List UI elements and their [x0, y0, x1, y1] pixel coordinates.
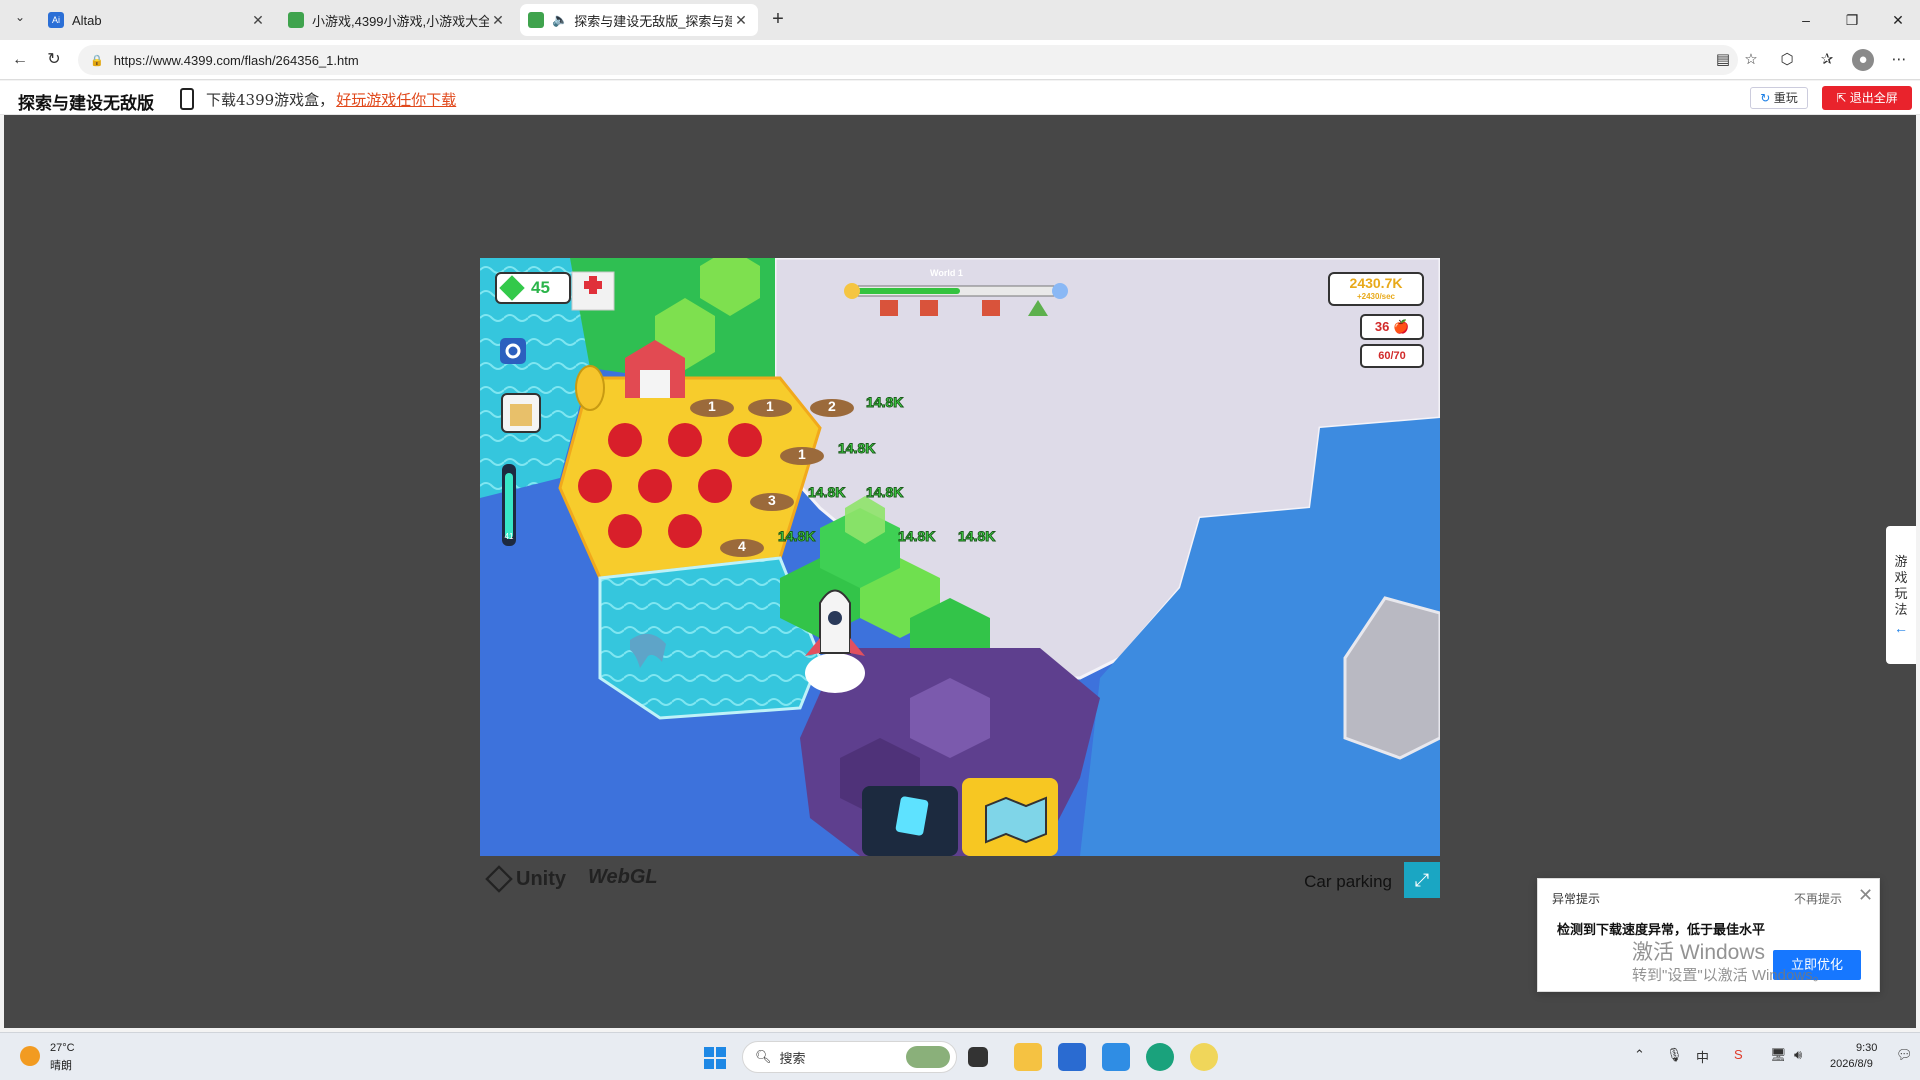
- site-header: 探索与建设无敌版 下载4399游戏盒， 好玩游戏任你下载 ↻ 重玩 ⇱ 退出全屏: [0, 81, 1920, 115]
- activation-watermark-hint: 转到"设置"以激活 Windows。: [1632, 967, 1828, 984]
- weather-sun-icon[interactable]: [20, 1046, 40, 1066]
- close-window-button[interactable]: ✕: [1878, 8, 1918, 32]
- search-icon: 🔍︎: [755, 1049, 772, 1064]
- refresh-icon: ↻: [1760, 91, 1771, 105]
- address-bar-row: ← ↻ 🔒 https://www.4399.com/flash/264356_…: [0, 40, 1920, 80]
- reader-mode-icon[interactable]: ▤: [1712, 49, 1734, 71]
- plot-counter: 1: [708, 398, 716, 414]
- unity-cube-icon: [485, 865, 513, 893]
- game-box-promo[interactable]: 下载4399游戏盒， 好玩游戏任你下载: [180, 88, 456, 110]
- energy-fill: [505, 473, 513, 539]
- audio-playing-icon[interactable]: 🔈: [552, 12, 568, 28]
- plot-counter: 1: [798, 446, 806, 462]
- close-tab-icon[interactable]: ✕: [732, 12, 750, 29]
- restore-button[interactable]: ❐: [1832, 8, 1872, 32]
- taskbar-search[interactable]: 🔍︎ 搜索: [742, 1041, 957, 1073]
- tab-4399-home[interactable]: 小游戏,4399小游戏,小游戏大全,双 ✕: [280, 4, 515, 36]
- antivirus-tray-icon[interactable]: S: [1734, 1047, 1743, 1062]
- game-footer: Unity WebGL Car parking ⤢: [480, 862, 1440, 898]
- dont-show-again-link[interactable]: 不再提示: [1794, 890, 1842, 907]
- hospital: [571, 271, 615, 311]
- plot-counter: 4: [738, 538, 746, 554]
- 4399-favicon-icon: [288, 12, 304, 28]
- network-icon[interactable]: 🖥︎: [1770, 1047, 1787, 1063]
- profile-avatar-icon[interactable]: ●: [1852, 49, 1874, 71]
- reward-label: 14.8K: [837, 440, 876, 457]
- task-view-icon[interactable]: [968, 1047, 988, 1067]
- phone-icon: [180, 88, 194, 110]
- settings-button[interactable]: [500, 338, 526, 364]
- refresh-icon[interactable]: ↻: [42, 48, 66, 72]
- game-guide-tab[interactable]: 游戏玩法 ←: [1886, 526, 1916, 664]
- volume-icon[interactable]: 🔊︎: [1794, 1047, 1802, 1063]
- url-field[interactable]: 🔒 https://www.4399.com/flash/264356_1.ht…: [78, 45, 1738, 75]
- notification-center-icon[interactable]: 💬︎: [1896, 1047, 1913, 1063]
- favorites-icon[interactable]: ✰: [1816, 49, 1838, 71]
- new-tab-button[interactable]: +: [765, 6, 791, 32]
- close-icon[interactable]: ✕: [1858, 885, 1873, 906]
- altab-favicon-icon: Ai: [48, 12, 64, 28]
- tab-list-chevron-icon[interactable]: ⌄: [8, 10, 32, 30]
- arrow-left-icon: ←: [1894, 620, 1908, 636]
- unity-logo: Unity: [485, 865, 566, 893]
- edge-browser-icon[interactable]: [1146, 1043, 1174, 1071]
- plot-counter: 1: [766, 398, 774, 414]
- reward-label: 14.8K: [807, 484, 846, 501]
- coins-counter: 2430.7K +2430/sec: [1328, 272, 1424, 306]
- reward-label: 14.8K: [897, 528, 936, 545]
- windows-start-icon[interactable]: [703, 1046, 727, 1070]
- game-canvas[interactable]: 45 2430.7K +2430/sec 36 🍎 60/70 World 1 …: [480, 258, 1440, 856]
- apple-icon: 🍎: [1392, 319, 1410, 334]
- exit-icon: ⇱: [1836, 91, 1847, 105]
- plot-counter: 3: [768, 492, 776, 508]
- map-button[interactable]: [962, 778, 1058, 856]
- ime-indicator[interactable]: 中: [1696, 1047, 1709, 1066]
- minimize-button[interactable]: –: [1786, 8, 1826, 32]
- search-highlight-image: [906, 1046, 950, 1068]
- world-label: World 1: [930, 268, 963, 278]
- expand-icon: ⤢: [1414, 870, 1430, 890]
- favorite-star-icon[interactable]: ☆: [1740, 49, 1762, 71]
- more-menu-icon[interactable]: ⋯: [1888, 49, 1910, 71]
- lock-icon: 🔒: [90, 54, 104, 67]
- coin-stack-icon: [575, 365, 605, 411]
- page-title: 探索与建设无敌版: [18, 94, 154, 113]
- game-scene: [480, 258, 1440, 856]
- cards-button[interactable]: [862, 786, 958, 856]
- reward-label: 14.8K: [777, 528, 816, 545]
- reward-label: 14.8K: [957, 528, 996, 545]
- extensions-icon[interactable]: ⬡: [1776, 49, 1798, 71]
- tab-altab[interactable]: Ai Altab ✕: [40, 4, 275, 36]
- taskbar: 27°C 晴朗 🔍︎ 搜索 ⌃ 🎙︎ 中 S 🖥︎ 🔊︎ 9:30 2026/8…: [0, 1032, 1920, 1080]
- gems-counter: 45: [495, 272, 571, 304]
- store-icon[interactable]: [1058, 1043, 1086, 1071]
- level-badge: 41: [504, 532, 514, 541]
- activation-watermark: 激活 Windows: [1632, 941, 1766, 964]
- fullscreen-button[interactable]: ⤢: [1404, 862, 1440, 898]
- webgl-logo: WebGL: [588, 866, 658, 888]
- reward-label: 14.8K: [865, 484, 904, 501]
- file-explorer-icon[interactable]: [1014, 1043, 1042, 1071]
- back-arrow-icon[interactable]: ←: [8, 48, 32, 72]
- close-tab-icon[interactable]: ✕: [249, 12, 267, 29]
- tray-chevron-icon[interactable]: ⌃: [1634, 1047, 1645, 1063]
- browser-tab-bar: ⌄ Ai Altab ✕ 小游戏,4399小游戏,小游戏大全,双 ✕ 🔈 探索与…: [0, 0, 1920, 40]
- gem-icon: [499, 275, 525, 301]
- plot-counter: 2: [828, 398, 836, 414]
- exit-fullscreen-button[interactable]: ⇱ 退出全屏: [1822, 86, 1912, 110]
- microphone-icon[interactable]: 🎙︎: [1666, 1047, 1683, 1063]
- capacity-counter: 60/70: [1360, 344, 1424, 368]
- close-tab-icon[interactable]: ✕: [489, 12, 507, 29]
- replay-button[interactable]: ↻ 重玩: [1750, 87, 1808, 109]
- game-box-app-icon[interactable]: [1190, 1043, 1218, 1071]
- photos-app-icon[interactable]: [1102, 1043, 1130, 1071]
- 4399-favicon-icon: [528, 12, 544, 28]
- game-name: Car parking: [1304, 872, 1392, 891]
- tab-explore-build[interactable]: 🔈 探索与建设无敌版_探索与建设 ✕: [520, 4, 758, 36]
- apples-counter: 36 🍎: [1360, 314, 1424, 340]
- quest-button[interactable]: [502, 394, 540, 432]
- reward-label: 14.8K: [865, 394, 904, 411]
